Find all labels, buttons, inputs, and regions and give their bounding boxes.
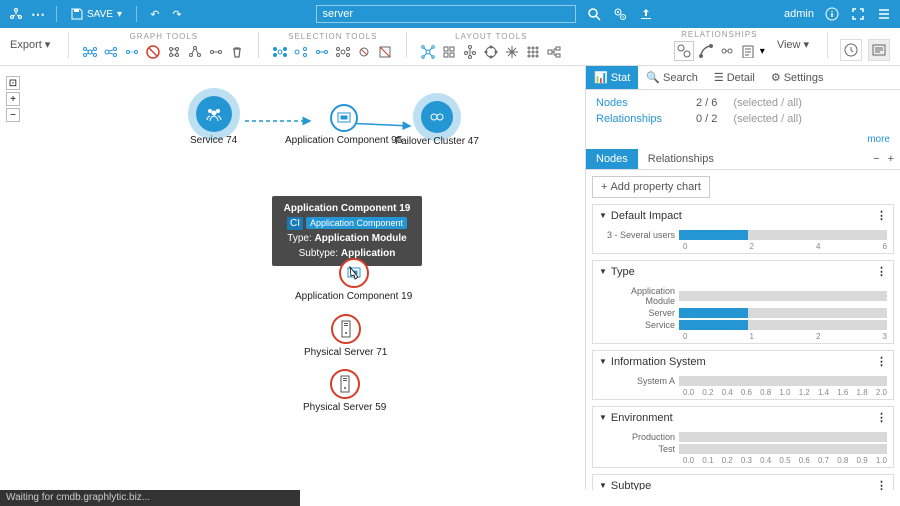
top-bar: ⋯ SAVE ▾ ↶ ↷ admin bbox=[0, 0, 900, 28]
panel-icon[interactable] bbox=[868, 39, 890, 61]
chart-info-system: ▼Information System⋮ System A 0.00.20.40… bbox=[592, 350, 894, 400]
graph-tool-1-icon[interactable] bbox=[81, 43, 99, 61]
chart-menu-icon[interactable]: ⋮ bbox=[876, 479, 887, 490]
node-failover-47[interactable]: Failover Cluster 47 bbox=[395, 101, 479, 147]
chart-type: ▼Type⋮ Application Module Server Service… bbox=[592, 260, 894, 344]
node-app-comp-19[interactable]: Application Component 19 bbox=[295, 258, 412, 302]
selection-tools-label: SELECTION TOOLS bbox=[288, 32, 377, 41]
add-icon[interactable]: + bbox=[888, 153, 894, 165]
chart-menu-icon[interactable]: ⋮ bbox=[876, 265, 887, 278]
sel-tool-4-icon[interactable] bbox=[334, 43, 352, 61]
node-service-74[interactable]: Service 74 bbox=[190, 96, 237, 146]
tab-settings[interactable]: ⚙Settings bbox=[763, 66, 832, 89]
export-button[interactable]: Export ▾ bbox=[10, 38, 50, 51]
graph-canvas[interactable]: ⊡ + − Service 74 Application Component 9… bbox=[0, 66, 585, 490]
sel-tool-5-icon[interactable] bbox=[355, 43, 373, 61]
sel-tool-3-icon[interactable] bbox=[313, 43, 331, 61]
gears-icon[interactable] bbox=[612, 6, 628, 22]
redo-icon[interactable]: ↷ bbox=[169, 6, 185, 22]
delete-icon[interactable] bbox=[228, 43, 246, 61]
timeline-icon[interactable] bbox=[840, 39, 862, 61]
search-icon[interactable] bbox=[586, 6, 602, 22]
hamburger-icon[interactable] bbox=[876, 6, 892, 22]
sel-tool-1-icon[interactable] bbox=[271, 43, 289, 61]
undo-icon[interactable]: ↶ bbox=[147, 6, 163, 22]
upload-icon[interactable] bbox=[638, 6, 654, 22]
rel-tool-1-icon[interactable] bbox=[674, 41, 694, 61]
app-logo-icon[interactable] bbox=[8, 6, 24, 22]
layout-tool-1-icon[interactable] bbox=[419, 43, 437, 61]
chart-environment: ▼Environment⋮ Production Test 0.00.10.20… bbox=[592, 406, 894, 468]
graph-tool-5-icon[interactable] bbox=[186, 43, 204, 61]
subtab-nodes[interactable]: Nodes bbox=[586, 149, 638, 169]
username[interactable]: admin bbox=[784, 8, 814, 20]
fit-icon[interactable]: ⊡ bbox=[6, 76, 20, 90]
sel-tool-2-icon[interactable] bbox=[292, 43, 310, 61]
chart-menu-icon[interactable]: ⋮ bbox=[876, 209, 887, 222]
info-icon[interactable] bbox=[824, 6, 840, 22]
layout-tool-7-icon[interactable] bbox=[545, 43, 563, 61]
layout-tools-label: LAYOUT TOOLS bbox=[455, 32, 527, 41]
search-input[interactable] bbox=[316, 5, 576, 23]
save-button[interactable]: SAVE ▾ bbox=[67, 6, 126, 22]
chart-menu-icon[interactable]: ⋮ bbox=[876, 411, 887, 424]
node-phys-srv-71[interactable]: Physical Server 71 bbox=[304, 314, 387, 358]
zoom-out-icon[interactable]: − bbox=[6, 108, 20, 122]
rel-tool-4-icon[interactable] bbox=[739, 42, 757, 60]
tab-stat[interactable]: 📊Stat bbox=[586, 66, 638, 89]
layout-tool-6-icon[interactable] bbox=[524, 43, 542, 61]
relationships-label: RELATIONSHIPS bbox=[681, 30, 757, 39]
save-label: SAVE bbox=[87, 9, 113, 20]
graph-tool-forbid-icon[interactable] bbox=[144, 43, 162, 61]
add-property-chart-button[interactable]: + Add property chart bbox=[592, 176, 710, 198]
node-app-comp-95[interactable]: Application Component 95 bbox=[285, 104, 402, 146]
rel-tool-3-icon[interactable] bbox=[718, 42, 736, 60]
caret-down-icon: ▾ bbox=[117, 9, 122, 20]
collapse-icon[interactable]: − bbox=[873, 153, 879, 165]
side-panel: 📊Stat 🔍Search ☰Detail ⚙Settings Nodes2 /… bbox=[585, 66, 900, 490]
chart-subtype: ▼Subtype⋮ bbox=[592, 474, 894, 490]
graph-tool-6-icon[interactable] bbox=[207, 43, 225, 61]
layout-tool-4-icon[interactable] bbox=[482, 43, 500, 61]
node-phys-srv-59[interactable]: Physical Server 59 bbox=[303, 369, 386, 413]
fullscreen-icon[interactable] bbox=[850, 6, 866, 22]
layout-tool-5-icon[interactable] bbox=[503, 43, 521, 61]
rel-tool-2-icon[interactable] bbox=[697, 42, 715, 60]
node-tooltip: Application Component 19 CIApplication C… bbox=[272, 196, 422, 266]
graph-tool-2-icon[interactable] bbox=[102, 43, 120, 61]
stat-nodes-link[interactable]: Nodes bbox=[596, 95, 686, 111]
sel-tool-6-icon[interactable] bbox=[376, 43, 394, 61]
view-button[interactable]: View ▾ bbox=[777, 38, 809, 51]
zoom-in-icon[interactable]: + bbox=[6, 92, 20, 106]
tools-toolbar: Export ▾ GRAPH TOOLS SELECTION TOOLS LAY… bbox=[0, 28, 900, 66]
layout-tool-3-icon[interactable] bbox=[461, 43, 479, 61]
menu-icon[interactable]: ⋯ bbox=[30, 6, 46, 22]
subtab-rel[interactable]: Relationships bbox=[638, 149, 724, 169]
status-bar: Waiting for cmdb.graphlytic.biz... bbox=[0, 490, 300, 506]
graph-tools-label: GRAPH TOOLS bbox=[130, 32, 199, 41]
chart-default-impact: ▼Default Impact⋮ 3 - Several users 0246 bbox=[592, 204, 894, 254]
tab-search[interactable]: 🔍Search bbox=[638, 66, 706, 89]
graph-tool-4-icon[interactable] bbox=[165, 43, 183, 61]
tab-detail[interactable]: ☰Detail bbox=[706, 66, 763, 89]
layout-tool-2-icon[interactable] bbox=[440, 43, 458, 61]
graph-tool-3-icon[interactable] bbox=[123, 43, 141, 61]
chart-menu-icon[interactable]: ⋮ bbox=[876, 355, 887, 368]
more-link[interactable]: more bbox=[586, 132, 900, 147]
stat-rel-link[interactable]: Relationships bbox=[596, 111, 686, 127]
